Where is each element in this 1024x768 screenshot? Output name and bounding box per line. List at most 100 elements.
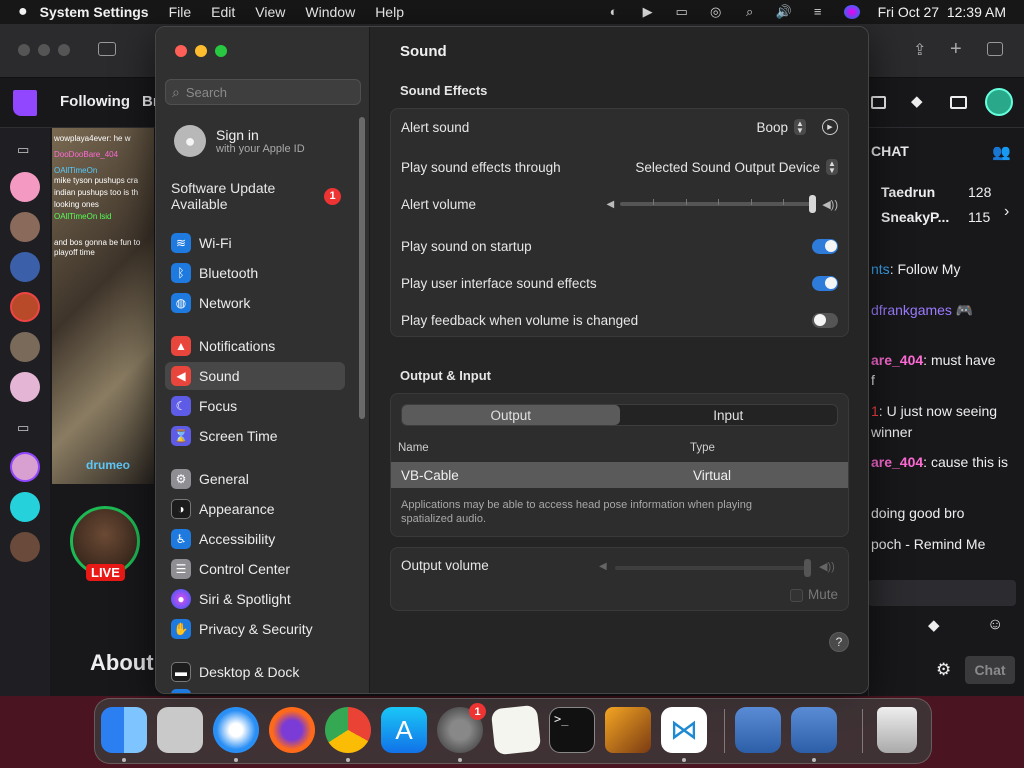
sidebar-item-privacy[interactable]: ✋ Privacy & Security	[165, 615, 345, 643]
menu-help[interactable]: Help	[365, 4, 414, 20]
alert-volume-thumb[interactable]	[809, 195, 817, 213]
sidebar-item-focus[interactable]: ☾ Focus	[165, 392, 345, 420]
prime-icon[interactable]	[950, 96, 967, 109]
minimize-button[interactable]	[195, 45, 207, 57]
sidebar-item-appearance[interactable]: ◑ Appearance	[165, 495, 345, 523]
amazon-music-avatar[interactable]	[10, 492, 40, 522]
chat-send-button[interactable]: Chat	[965, 656, 1015, 684]
sidebar-item-network[interactable]: ◍ Network	[165, 289, 345, 317]
sidebar-item-sound[interactable]: ◀ Sound	[165, 362, 345, 390]
sidebar-item-siri[interactable]: ● Siri & Spotlight	[165, 585, 345, 613]
ui-sounds-toggle[interactable]	[812, 275, 838, 291]
column-header-name[interactable]: Name	[398, 442, 429, 454]
vpn-icon[interactable]: ◐	[606, 5, 622, 19]
zoom-button[interactable]	[215, 45, 227, 57]
virtualbox-icon[interactable]	[735, 707, 781, 753]
sidebar-item-bluetooth[interactable]: ᛒ Bluetooth	[165, 259, 345, 287]
alert-volume-slider[interactable]	[620, 195, 817, 213]
sidebar-item-accessibility[interactable]: ♿ Accessibility	[165, 525, 345, 553]
settings-gear-icon[interactable]: ⚙	[936, 660, 951, 680]
textedit-icon[interactable]	[490, 704, 542, 756]
siri-icon[interactable]	[843, 5, 860, 19]
search-field[interactable]: ⌕	[165, 79, 361, 105]
chat-input[interactable]	[868, 580, 1016, 606]
volume-icon[interactable]: 🔊	[776, 5, 792, 19]
bits-icon[interactable]: ◆	[928, 616, 940, 634]
terminal-icon[interactable]: >_	[549, 707, 595, 753]
sidebar-item-control-center[interactable]: ☰ Control Center	[165, 555, 345, 583]
close-button[interactable]	[175, 45, 187, 57]
channel-avatar[interactable]	[10, 372, 40, 402]
virtualbox-vm-icon[interactable]	[791, 707, 837, 753]
software-update-row[interactable]: Software Update Available 1	[171, 179, 353, 213]
volume-high-icon: ◀))	[822, 198, 838, 211]
menu-view[interactable]: View	[245, 4, 295, 20]
tab-input[interactable]: Input	[620, 405, 838, 425]
output-volume-thumb[interactable]	[804, 559, 811, 577]
volume-high-icon: ◀))	[819, 561, 835, 573]
minimize-dot[interactable]	[38, 44, 50, 56]
channel-avatar[interactable]	[10, 252, 40, 282]
twitch-logo-icon[interactable]	[13, 90, 37, 116]
community-icon[interactable]: 👥	[992, 143, 1011, 161]
zoom-dot[interactable]	[58, 44, 70, 56]
close-dot[interactable]	[18, 44, 30, 56]
safari-icon[interactable]	[213, 707, 259, 753]
sidebar-toggle-icon[interactable]	[98, 42, 116, 56]
startup-sound-toggle[interactable]	[812, 238, 838, 254]
clock[interactable]: Fri Oct 27 12:39 AM	[878, 4, 1006, 20]
table-row[interactable]: VB-Cable Virtual	[391, 462, 848, 488]
emote-icon[interactable]: ☺	[987, 616, 1003, 634]
channel-avatar[interactable]	[10, 172, 40, 202]
chevron-right-icon[interactable]: ›	[1004, 203, 1009, 221]
sidebar-item-screen-time[interactable]: ⌛ Screen Time	[165, 422, 345, 450]
app-menu[interactable]: System Settings	[32, 4, 159, 20]
garageband-icon[interactable]	[605, 707, 651, 753]
tab-output[interactable]: Output	[402, 405, 620, 425]
play-through-popup[interactable]: Selected Sound Output Device ▲ ▼	[635, 159, 838, 175]
channel-avatar[interactable]	[10, 332, 40, 362]
following-link[interactable]: Following	[60, 93, 130, 110]
mute-checkbox[interactable]	[790, 589, 803, 602]
menu-edit[interactable]: Edit	[201, 4, 245, 20]
play-alert-button[interactable]: ▶	[822, 119, 838, 135]
feedback-toggle[interactable]	[812, 312, 838, 328]
screen-mirroring-icon[interactable]: ▭	[674, 5, 690, 19]
airdrop-icon[interactable]: ◎	[708, 5, 724, 19]
new-tab-icon[interactable]: +	[950, 38, 962, 61]
search-icon[interactable]: ⌕	[742, 5, 758, 19]
search-input[interactable]	[185, 84, 346, 100]
user-avatar[interactable]	[985, 88, 1013, 116]
help-button[interactable]: ?	[829, 632, 849, 652]
column-header-type[interactable]: Type	[690, 442, 715, 454]
sidebar-item-general[interactable]: ⚙ General	[165, 465, 345, 493]
apple-menu-icon[interactable]: ●	[0, 3, 32, 21]
alert-sound-popup[interactable]: Boop ▲ ▼	[756, 119, 806, 135]
play-icon[interactable]: ▶	[640, 5, 656, 19]
sidebar-item-notifications[interactable]: ▲ Notifications	[165, 332, 345, 360]
trash-icon[interactable]	[877, 707, 917, 753]
control-center-icon[interactable]: ≡	[810, 5, 826, 19]
vscode-icon[interactable]: ⋈	[661, 707, 707, 753]
tabs-overview-icon[interactable]	[987, 42, 1003, 56]
launchpad-icon[interactable]	[157, 707, 203, 753]
channel-avatar[interactable]	[10, 452, 40, 482]
inbox-icon[interactable]	[871, 96, 886, 109]
share-icon[interactable]: ⇪	[913, 40, 926, 60]
channel-avatar[interactable]	[10, 212, 40, 242]
channel-avatar[interactable]	[10, 292, 40, 322]
firefox-icon[interactable]	[269, 707, 315, 753]
channel-avatar[interactable]	[10, 532, 40, 562]
app-store-icon[interactable]: A	[381, 707, 427, 753]
apple-id-row[interactable]: ● Sign in with your Apple ID	[174, 121, 354, 161]
crown-icon[interactable]: ◆	[911, 92, 923, 110]
chrome-icon[interactable]	[325, 707, 371, 753]
menu-file[interactable]: File	[159, 4, 202, 20]
finder-icon[interactable]	[101, 707, 147, 753]
sidebar-item-wifi[interactable]: ≋ Wi-Fi	[165, 229, 345, 257]
sidebar-item-desktop-dock[interactable]: ▬ Desktop & Dock	[165, 658, 345, 686]
menu-window[interactable]: Window	[295, 4, 365, 20]
video-player[interactable]: wowplaya4ever: he w DooDooBare_404 OAllT…	[52, 128, 154, 484]
sidebar-scrollbar[interactable]	[359, 117, 365, 419]
output-volume-slider[interactable]	[615, 559, 811, 577]
